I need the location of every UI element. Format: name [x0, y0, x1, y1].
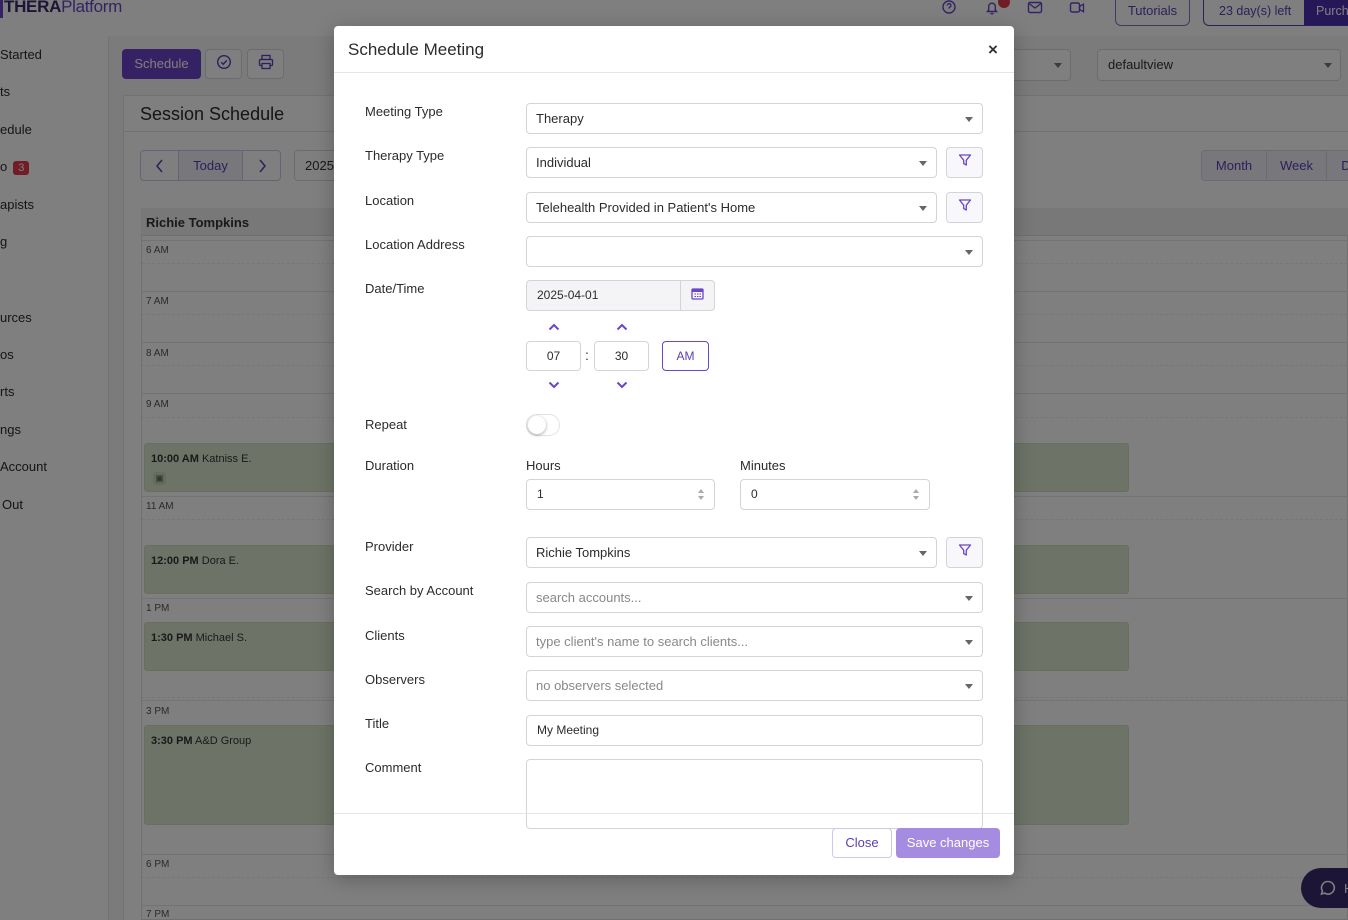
search-account-select[interactable]: search accounts...	[526, 582, 983, 613]
clients-select[interactable]: type client's name to search clients...	[526, 626, 983, 657]
duration-hours-value: 1	[537, 487, 544, 501]
chevron-down-icon	[616, 376, 628, 394]
toggle-knob	[528, 416, 546, 434]
title-label: Title	[365, 716, 390, 731]
modal-footer: Close Save changes	[334, 813, 1014, 875]
chevron-down-icon	[548, 376, 560, 394]
hour-decrement-button[interactable]	[544, 378, 564, 392]
minute-increment-button[interactable]	[612, 320, 632, 334]
duration-minutes-input[interactable]: 0	[740, 479, 930, 510]
chevron-down-icon	[965, 250, 973, 255]
chevron-down-icon	[919, 206, 927, 211]
calendar-icon	[691, 287, 704, 305]
date-picker-button[interactable]	[680, 280, 715, 311]
repeat-toggle[interactable]	[526, 414, 560, 436]
observers-select[interactable]: no observers selected	[526, 670, 983, 701]
meeting-type-label: Meeting Type	[365, 104, 443, 119]
location-select[interactable]: Telehealth Provided in Patient's Home	[526, 192, 937, 223]
therapy-type-filter-button[interactable]	[946, 147, 983, 178]
chevron-down-icon	[919, 551, 927, 556]
modal-body[interactable]: Meeting Type Therapy Therapy Type Indivi…	[334, 73, 1014, 813]
modal-title: Schedule Meeting	[348, 40, 485, 59]
time-separator: :	[585, 347, 589, 363]
chevron-down-icon	[965, 596, 973, 601]
spinner-icon[interactable]	[913, 488, 921, 502]
clients-label: Clients	[365, 628, 405, 643]
provider-label: Provider	[365, 539, 414, 554]
observers-placeholder: no observers selected	[536, 678, 664, 693]
save-changes-button[interactable]: Save changes	[896, 828, 1000, 858]
chevron-down-icon	[965, 117, 973, 122]
filter-icon	[958, 153, 972, 172]
hour-increment-button[interactable]	[544, 320, 564, 334]
therapy-type-value: Individual	[536, 155, 591, 170]
minute-decrement-button[interactable]	[612, 378, 632, 392]
provider-filter-button[interactable]	[946, 537, 983, 568]
hour-input[interactable]: 07	[526, 341, 581, 371]
am-pm-toggle-button[interactable]: AM	[662, 341, 709, 371]
location-value: Telehealth Provided in Patient's Home	[536, 200, 756, 215]
repeat-label: Repeat	[365, 417, 407, 432]
minutes-label: Minutes	[740, 458, 786, 473]
location-address-select[interactable]	[526, 236, 983, 267]
meeting-type-value: Therapy	[536, 111, 584, 126]
date-time-label: Date/Time	[365, 281, 425, 296]
provider-value: Richie Tompkins	[536, 545, 631, 560]
duration-hours-input[interactable]: 1	[526, 479, 715, 510]
chevron-up-icon	[548, 318, 560, 336]
chevron-down-icon	[965, 640, 973, 645]
location-filter-button[interactable]	[946, 192, 983, 223]
title-input[interactable]: My Meeting	[526, 715, 983, 746]
chevron-up-icon	[616, 318, 628, 336]
close-icon[interactable]: ×	[988, 40, 998, 60]
filter-icon	[958, 198, 972, 217]
hours-label: Hours	[526, 458, 561, 473]
meeting-type-select[interactable]: Therapy	[526, 103, 983, 134]
filter-icon	[958, 543, 972, 562]
spinner-icon[interactable]	[698, 488, 706, 502]
minute-input[interactable]: 30	[594, 341, 649, 371]
therapy-type-select[interactable]: Individual	[526, 147, 937, 178]
therapy-type-label: Therapy Type	[365, 148, 445, 163]
observers-label: Observers	[365, 672, 425, 687]
location-label: Location	[365, 193, 415, 208]
close-button[interactable]: Close	[832, 828, 892, 858]
duration-label: Duration	[365, 458, 415, 473]
modal-header: Schedule Meeting ×	[334, 26, 1014, 73]
search-account-label: Search by Account	[365, 583, 474, 598]
schedule-meeting-modal: Schedule Meeting × Meeting Type Therapy …	[334, 26, 1014, 875]
chevron-down-icon	[919, 161, 927, 166]
clients-placeholder: type client's name to search clients...	[536, 634, 749, 649]
search-account-placeholder: search accounts...	[536, 590, 642, 605]
provider-select[interactable]: Richie Tompkins	[526, 537, 937, 568]
date-input[interactable]: 2025-04-01	[526, 280, 681, 311]
location-address-label: Location Address	[365, 237, 465, 252]
duration-minutes-value: 0	[751, 487, 758, 501]
comment-label: Comment	[365, 760, 422, 775]
chevron-down-icon	[965, 684, 973, 689]
